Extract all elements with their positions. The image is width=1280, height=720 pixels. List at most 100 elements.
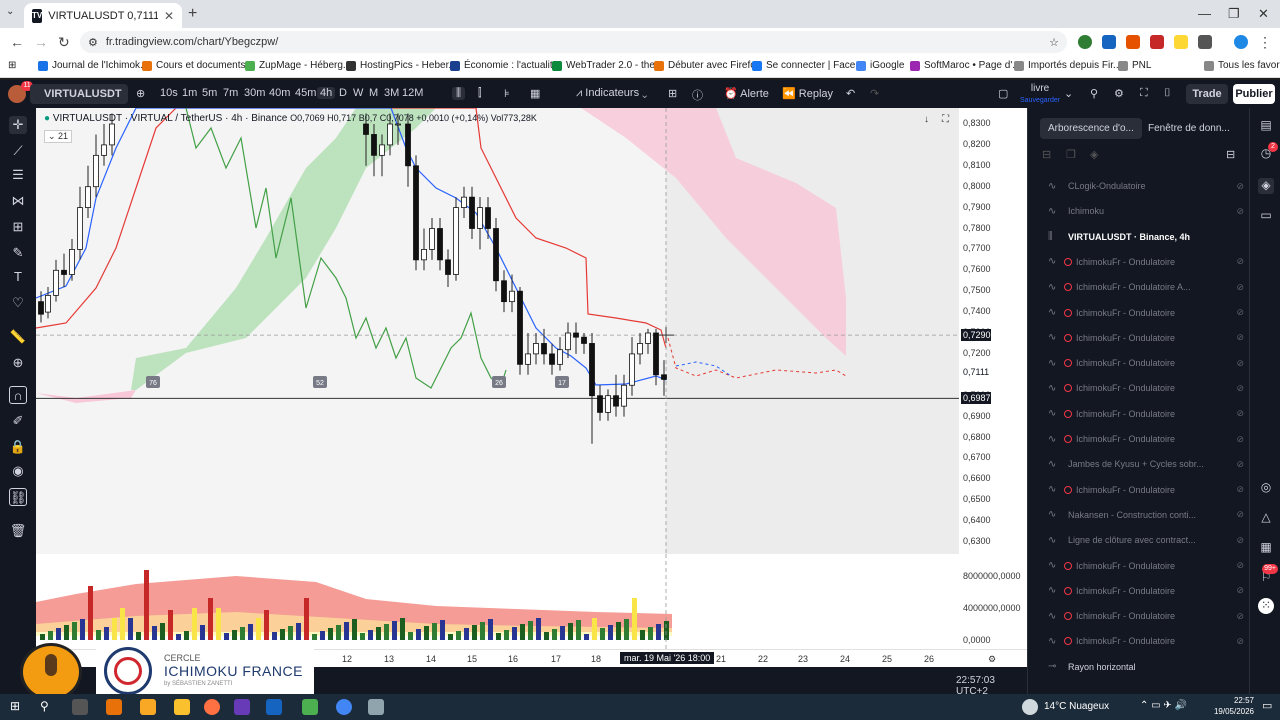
chrome-icon[interactable] — [336, 699, 352, 715]
chart-type-icon[interactable]: ⫼ — [452, 87, 466, 100]
new-tab-icon[interactable]: + — [188, 5, 197, 23]
object-tree-item[interactable]: ⊸ Rayon horizontal — [1048, 658, 1244, 676]
add-symbol-icon[interactable]: ⊕ — [136, 87, 145, 100]
save-layout[interactable]: livre Sauvegarder — [1020, 83, 1060, 106]
object-tree-item[interactable]: ∿ IchimokuFr - Ondulatoire ⊘ — [1048, 379, 1244, 397]
text-icon[interactable]: T — [9, 268, 27, 286]
trash-icon[interactable]: 🗑 — [9, 522, 27, 540]
extensions-puzzle-icon[interactable] — [1198, 35, 1212, 49]
search-icon[interactable]: ⚲ — [1090, 87, 1098, 100]
bookmark-item[interactable]: HostingPics - Heber... — [346, 60, 457, 71]
bookmark-folder[interactable]: PNL — [1118, 60, 1151, 71]
object-tree-item[interactable]: ∿ IchimokuFr - Ondulatoire ⊘ — [1048, 304, 1244, 322]
visibility-toggle-icon[interactable]: ⊘ — [1236, 383, 1244, 394]
taskbar-clock[interactable]: 22:57 19/05/2026 — [1212, 695, 1254, 717]
browser-menu-icon[interactable]: ⋮ — [1258, 34, 1272, 51]
tab-search-icon[interactable]: ⌄ — [6, 6, 22, 22]
visibility-toggle-icon[interactable]: ⊘ — [1236, 358, 1244, 369]
object-tree-icon[interactable]: ◈ — [1258, 178, 1274, 194]
interval-D[interactable]: D — [339, 87, 347, 99]
app-icon[interactable] — [234, 699, 250, 715]
visibility-toggle-icon[interactable]: ⊘ — [1236, 535, 1244, 546]
bookmark-item[interactable]: ZupMage - Héberg... — [245, 60, 351, 71]
interval-30m[interactable]: 30m — [244, 87, 265, 99]
apps-grid-icon[interactable]: ⁙ — [1258, 598, 1274, 614]
visibility-toggle-icon[interactable]: ⊘ — [1236, 206, 1244, 217]
chat-icon[interactable]: ▭ — [1258, 208, 1274, 224]
magnet-icon[interactable]: ∩ — [9, 386, 27, 404]
minimize-icon[interactable]: — — [1198, 6, 1211, 21]
interval-7m[interactable]: 7m — [223, 87, 238, 99]
interval-45m[interactable]: 45m — [295, 87, 316, 99]
object-tree-item[interactable]: ∿ IchimokuFr - Ondulatoire ⊘ — [1048, 632, 1244, 650]
brush-icon[interactable]: ✎ — [9, 244, 27, 262]
interval-40m[interactable]: 40m — [269, 87, 290, 99]
app-icon[interactable] — [368, 699, 384, 715]
layers-icon[interactable]: ◈ — [1090, 148, 1098, 161]
object-tree-item[interactable]: ⫼ VIRTUALUSDT · Binance, 4h — [1048, 228, 1244, 246]
maximize-icon[interactable]: ⛶ — [942, 114, 949, 125]
interval-5m[interactable]: 5m — [202, 87, 217, 99]
bars-icon[interactable]: ⊧ — [504, 87, 510, 100]
fib-icon[interactable]: ☰ — [9, 166, 27, 184]
windows-start-icon[interactable]: ⊞ — [10, 699, 20, 713]
visibility-toggle-icon[interactable]: ⊘ — [1236, 585, 1244, 596]
bookmark-item[interactable]: Économie : l'actualit... — [450, 60, 561, 71]
object-tree-item[interactable]: ∿ IchimokuFr - Ondulatoire ⊘ — [1048, 582, 1244, 600]
extension-icon[interactable] — [1102, 35, 1116, 49]
info-icon[interactable]: ⓘ — [692, 87, 703, 103]
object-tree-item[interactable]: ∿ IchimokuFr - Ondulatoire ⊘ — [1048, 481, 1244, 499]
back-icon[interactable]: ← — [10, 34, 24, 50]
folder-icon[interactable]: ⊟ — [1042, 148, 1051, 161]
interval-3M[interactable]: 3M — [384, 87, 399, 99]
pattern-icon[interactable]: ⋈ — [9, 192, 27, 210]
notifications-icon[interactable]: ▭ — [1262, 699, 1272, 712]
bookmark-item[interactable]: iGoogle — [856, 60, 904, 71]
object-tree-item[interactable]: ∿ IchimokuFr - Ondulatoire ⊘ — [1048, 329, 1244, 347]
object-tree-item[interactable]: ∿ Jambes de Kyusu + Cycles sobr... ⊘ — [1048, 455, 1244, 473]
watchlist-icon[interactable]: ▤ — [1258, 118, 1274, 134]
object-tree-item[interactable]: ∿ IchimokuFr - Ondulatoire ⊘ — [1048, 557, 1244, 575]
calendar-icon[interactable]: ▦ — [1258, 540, 1274, 556]
forward-icon[interactable]: → — [34, 34, 48, 50]
link-icon[interactable]: ⛓ — [9, 488, 27, 506]
bookmark-item[interactable]: Journal de l'Ichimok... — [38, 60, 148, 71]
layout-icon[interactable]: ▦ — [530, 87, 540, 100]
visibility-toggle-icon[interactable]: ⊘ — [1236, 636, 1244, 647]
bookmark-item[interactable]: Se connecter | Face... — [752, 60, 864, 71]
bookmark-star-icon[interactable]: ☆ — [1049, 36, 1059, 49]
templates-icon[interactable]: ⊞ — [668, 87, 677, 100]
app-icon[interactable] — [266, 699, 282, 715]
visibility-toggle-icon[interactable]: ⊘ — [1236, 408, 1244, 419]
lock-icon[interactable]: 🔒 — [9, 438, 27, 456]
trade-button[interactable]: Trade — [1186, 84, 1228, 104]
url-input[interactable]: ⚙ fr.tradingview.com/chart/Ybegczpw/ ☆ — [80, 31, 1067, 53]
search-icon[interactable]: ⚲ — [40, 699, 49, 713]
object-tree-item[interactable]: ∿ IchimokuFr - Ondulatoire ⊘ — [1048, 607, 1244, 625]
interval-W[interactable]: W — [353, 87, 363, 99]
tab-close-icon[interactable]: ✕ — [164, 9, 174, 23]
visibility-toggle-icon[interactable]: ⊘ — [1236, 509, 1244, 520]
object-tree-item[interactable]: ∿ IchimokuFr - Ondulatoire ⊘ — [1048, 430, 1244, 448]
eye-icon[interactable]: ◉ — [9, 462, 27, 480]
visibility-toggle-icon[interactable]: ⊘ — [1236, 282, 1244, 293]
firefox-icon[interactable] — [204, 699, 220, 715]
visibility-toggle-icon[interactable]: ⊘ — [1236, 459, 1244, 470]
volume-pane[interactable] — [36, 554, 959, 649]
bookmark-item[interactable]: Cours et documents... — [142, 60, 254, 71]
replay-button[interactable]: ⏪ Replay — [782, 87, 833, 100]
visibility-toggle-icon[interactable]: ⊘ — [1236, 434, 1244, 445]
site-info-icon[interactable]: ⚙ — [88, 36, 98, 49]
manage-icon[interactable]: ⊟ — [1226, 148, 1235, 161]
tab-object-tree[interactable]: Arborescence d'o... — [1040, 118, 1142, 139]
app-icon[interactable] — [302, 699, 318, 715]
gann-icon[interactable]: ⊞ — [9, 218, 27, 236]
task-view-icon[interactable] — [72, 699, 88, 715]
bookmark-item[interactable]: SoftMaroc • Page d'... — [910, 60, 1021, 71]
bookmark-item[interactable]: Débuter avec Firefox — [654, 60, 761, 71]
copy-icon[interactable]: ❐ — [1066, 148, 1076, 161]
extension-icon[interactable] — [1126, 35, 1140, 49]
extension-icon[interactable] — [1150, 35, 1164, 49]
extension-icon[interactable] — [1174, 35, 1188, 49]
visibility-toggle-icon[interactable]: ⊘ — [1236, 332, 1244, 343]
